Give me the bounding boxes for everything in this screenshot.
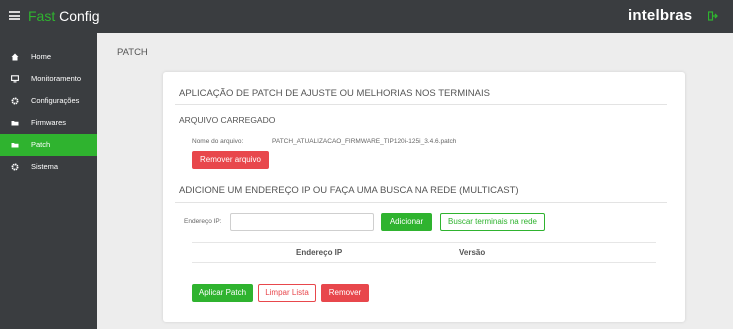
- home-icon: [11, 53, 19, 61]
- sidebar-item-patch[interactable]: Patch: [0, 134, 97, 156]
- add-ip-button[interactable]: Adicionar: [381, 213, 432, 231]
- sidebar-item-label: Monitoramento: [31, 74, 82, 83]
- sidebar-item-label: Home: [31, 52, 52, 61]
- sidebar-item-sistema[interactable]: Sistema: [0, 156, 97, 178]
- remove-button[interactable]: Remover: [321, 284, 369, 302]
- ip-section-heading: ADICIONE UM ENDEREÇO IP OU FAÇA UMA BUSC…: [179, 185, 519, 196]
- folder-icon: [11, 121, 19, 126]
- clear-list-button[interactable]: Limpar Lista: [258, 284, 316, 302]
- page-title: PATCH: [117, 47, 148, 58]
- ip-address-input[interactable]: [230, 213, 374, 231]
- divider: [175, 202, 667, 203]
- sidebar-item-label: Sistema: [31, 162, 59, 171]
- app-title-part1: Fast: [28, 8, 56, 24]
- logout-icon[interactable]: [708, 11, 718, 21]
- folder-icon: [11, 143, 19, 148]
- ip-label: Endereço IP:: [184, 218, 222, 225]
- column-header-version: Versão: [459, 248, 486, 257]
- table-top-border: [192, 242, 656, 243]
- sidebar-item-label: Configurações: [31, 96, 80, 105]
- sidebar-item-home[interactable]: Home: [0, 46, 97, 68]
- sidebar: Home Monitoramento Configurações Firmwar…: [0, 33, 97, 329]
- brand-logo: intelbras: [628, 7, 693, 24]
- table-bottom-border: [192, 262, 656, 263]
- sidebar-item-configuracoes[interactable]: Configurações: [0, 90, 97, 112]
- patch-section-heading: APLICAÇÃO DE PATCH DE AJUSTE OU MELHORIA…: [179, 88, 490, 99]
- monitor-icon: [11, 75, 19, 83]
- divider: [175, 104, 667, 105]
- gear-icon: [11, 97, 19, 105]
- search-terminals-button[interactable]: Buscar terminais na rede: [440, 213, 545, 231]
- remove-file-button[interactable]: Remover arquivo: [192, 151, 269, 169]
- app-title-part2: Config: [55, 8, 100, 24]
- sidebar-item-firmwares[interactable]: Firmwares: [0, 112, 97, 134]
- file-name-value: PATCH_ATUALIZACAO_FIRMWARE_TIP120i-125i_…: [272, 138, 457, 145]
- sidebar-item-label: Firmwares: [31, 118, 66, 127]
- column-header-ip: Endereço IP: [296, 248, 343, 257]
- sidebar-item-monitoramento[interactable]: Monitoramento: [0, 68, 97, 90]
- app-title: Fast Config: [28, 8, 100, 24]
- apply-patch-button[interactable]: Aplicar Patch: [192, 284, 253, 302]
- sidebar-item-label: Patch: [31, 140, 51, 149]
- top-bar: Fast Config intelbras: [0, 0, 733, 33]
- file-section-heading: ARQUIVO CARREGADO: [179, 115, 276, 125]
- gear-icon: [11, 163, 19, 171]
- menu-icon[interactable]: [9, 9, 20, 22]
- file-name-label: Nome do arquivo:: [192, 138, 244, 145]
